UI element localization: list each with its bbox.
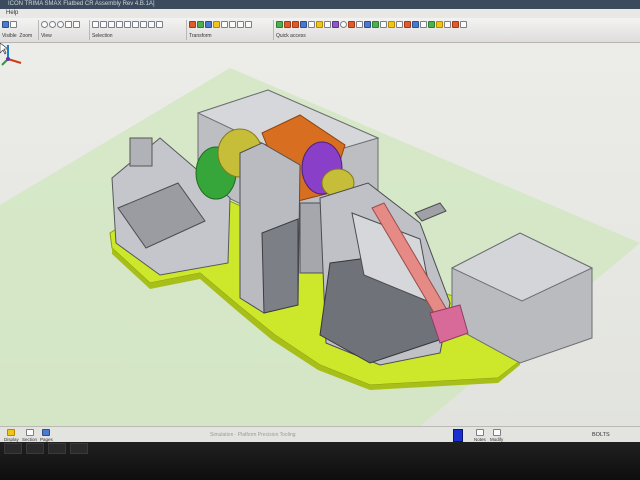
- quick-access-icon-24[interactable]: [460, 21, 467, 28]
- zoom-in-icon[interactable]: [41, 21, 48, 28]
- filter-icon[interactable]: [140, 21, 147, 28]
- window-title: ICON TRIMA SMAX Flatbed CR Assembly Rev …: [0, 0, 640, 9]
- ribbon-group-visible: Visible Zoom: [0, 20, 39, 40]
- quick-access-icon-6[interactable]: [316, 21, 323, 28]
- visibility-icon[interactable]: [2, 21, 9, 28]
- ribbon-label-quick-access: Quick access: [276, 33, 306, 39]
- hide-icon[interactable]: [116, 21, 123, 28]
- pan-icon[interactable]: [65, 21, 72, 28]
- ribbon-group-selection: Selection: [90, 20, 187, 40]
- taskbar-item-1[interactable]: [4, 443, 22, 454]
- select-part-icon[interactable]: [108, 21, 115, 28]
- section-icon: [25, 429, 34, 436]
- pages-tool[interactable]: Pages: [40, 429, 53, 442]
- quick-access-icon-7[interactable]: [324, 21, 331, 28]
- invert-icon[interactable]: [148, 21, 155, 28]
- ribbon-label-transform: Transform: [189, 33, 212, 39]
- zoom-window-icon[interactable]: [57, 21, 64, 28]
- reset-transform-icon[interactable]: [245, 21, 252, 28]
- quick-access-icon-21[interactable]: [436, 21, 443, 28]
- quick-access-icon-19[interactable]: [420, 21, 427, 28]
- taskbar-item-4[interactable]: [70, 443, 88, 454]
- display-icon: [7, 429, 16, 436]
- quick-access-icon-8[interactable]: [332, 21, 339, 28]
- rotate-view-icon[interactable]: [73, 21, 80, 28]
- pages-icon: [42, 429, 51, 436]
- quick-access-icon-12[interactable]: [364, 21, 371, 28]
- axis-triad-icon: [1, 45, 22, 66]
- status-text: Simulation · Platform Precision Tooling: [210, 432, 296, 438]
- clear-selection-icon[interactable]: [156, 21, 163, 28]
- display-tool[interactable]: Display: [4, 429, 19, 442]
- snap-icon[interactable]: [237, 21, 244, 28]
- quick-access-icon-11[interactable]: [356, 21, 363, 28]
- quick-access-icon-17[interactable]: [404, 21, 411, 28]
- section-tool[interactable]: Section: [22, 429, 37, 442]
- notes-tool[interactable]: Notes: [474, 429, 486, 442]
- quick-access-icon-23[interactable]: [452, 21, 459, 28]
- select-icon[interactable]: [92, 21, 99, 28]
- bottom-toolbar: Display Section Pages Simulation · Platf…: [0, 426, 640, 443]
- color-swatch[interactable]: [453, 429, 463, 442]
- quick-access-icon-14[interactable]: [380, 21, 387, 28]
- rotate-icon[interactable]: [205, 21, 212, 28]
- ribbon-group-quick-access: Quick access: [274, 20, 504, 40]
- quick-access-icon-18[interactable]: [412, 21, 419, 28]
- show-icon[interactable]: [124, 21, 131, 28]
- zoom-fit-icon[interactable]: [10, 21, 17, 28]
- ribbon-toolbar: Visible Zoom View Selection Transform Qu…: [0, 18, 640, 43]
- mirror-icon[interactable]: [221, 21, 228, 28]
- quick-access-icon-13[interactable]: [372, 21, 379, 28]
- select-box-icon[interactable]: [100, 21, 107, 28]
- ribbon-label-zoom: Zoom: [19, 33, 33, 39]
- align-icon[interactable]: [229, 21, 236, 28]
- scale-icon[interactable]: [213, 21, 220, 28]
- ribbon-label-selection: Selection: [92, 33, 113, 39]
- quick-access-icon-4[interactable]: [300, 21, 307, 28]
- menu-help[interactable]: Help: [6, 10, 18, 16]
- quick-access-icon-5[interactable]: [308, 21, 315, 28]
- quick-access-icon-10[interactable]: [348, 21, 355, 28]
- center-plate-dark: [261, 218, 299, 314]
- modify-icon: [492, 429, 501, 436]
- quick-access-icon-9[interactable]: [340, 21, 347, 28]
- ribbon-label-view: View: [41, 33, 52, 39]
- taskbar-item-3[interactable]: [48, 443, 66, 454]
- 3d-viewport[interactable]: [0, 43, 640, 426]
- zoom-out-icon[interactable]: [49, 21, 56, 28]
- move-icon[interactable]: [197, 21, 204, 28]
- ribbon-group-view: View: [39, 20, 90, 40]
- quick-access-icon-3[interactable]: [292, 21, 299, 28]
- notes-icon: [475, 429, 484, 436]
- quick-access-icon-16[interactable]: [396, 21, 403, 28]
- taskbar-item-2[interactable]: [26, 443, 44, 454]
- taskbar: [0, 442, 640, 456]
- quick-access-icon-15[interactable]: [388, 21, 395, 28]
- ribbon-label-visible: Visible: [2, 33, 17, 39]
- modify-tool[interactable]: Modify: [490, 429, 503, 442]
- quick-access-icon-20[interactable]: [428, 21, 435, 28]
- bolts-label: BOLTS: [592, 432, 610, 438]
- quick-access-icon-22[interactable]: [444, 21, 451, 28]
- quick-access-icon-2[interactable]: [284, 21, 291, 28]
- left-motor-cap: [129, 137, 153, 167]
- assembly-model[interactable]: [0, 43, 640, 426]
- ribbon-group-transform: Transform: [187, 20, 274, 40]
- transform-icon[interactable]: [189, 21, 196, 28]
- quick-access-icon-1[interactable]: [276, 21, 283, 28]
- isolate-icon[interactable]: [132, 21, 139, 28]
